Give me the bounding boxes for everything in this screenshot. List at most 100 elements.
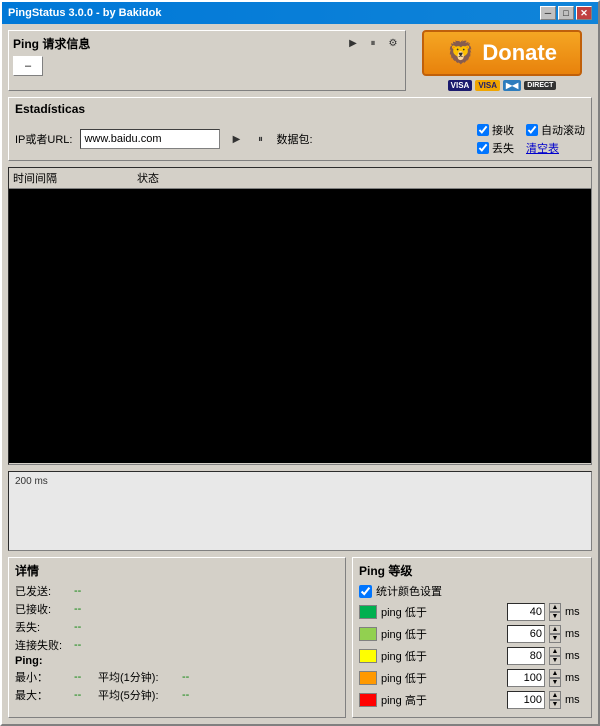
- stat-color-row: 统计颜色设置: [359, 583, 585, 599]
- sent-val: --: [74, 585, 94, 597]
- ping-request-panel: Ping 请求信息 ▶ ⏸ ⚙ –: [8, 30, 406, 91]
- spin-down-3[interactable]: ▼: [549, 678, 561, 687]
- level-ms-4: ms: [565, 694, 585, 706]
- autoscroll-checkbox[interactable]: [526, 124, 538, 136]
- failed-row: 连接失败: --: [15, 637, 339, 653]
- ping-level-row-1: ping 低于 ▲ ▼ ms: [359, 625, 585, 643]
- ping-level-title: Ping 等级: [359, 562, 585, 579]
- spinner-4: ▲ ▼: [549, 691, 561, 709]
- clear-table-link[interactable]: 清空表: [526, 140, 559, 156]
- ip-label: IP或者URL:: [15, 131, 72, 147]
- spin-up-0[interactable]: ▲: [549, 603, 561, 612]
- level-color-3: [359, 671, 377, 685]
- ping-title-row: Ping:: [15, 655, 339, 667]
- level-input-0[interactable]: [507, 603, 545, 621]
- maximize-button[interactable]: □: [558, 6, 574, 20]
- ping-level-panel: Ping 等级 统计颜色设置 ping 低于 ▲ ▼ ms ping 低于 ▲: [352, 557, 592, 718]
- level-input-2[interactable]: [507, 647, 545, 665]
- ip-input[interactable]: [80, 129, 220, 149]
- spin-up-1[interactable]: ▲: [549, 625, 561, 634]
- donate-button[interactable]: 🦁 Donate: [422, 30, 582, 76]
- settings-button[interactable]: ⚙: [385, 36, 401, 52]
- estadisticas-row: IP或者URL: ▶ ⏸ 数据包: 接收 丢失: [15, 122, 585, 156]
- avg5-label: 平均(5分钟):: [98, 687, 178, 703]
- min-val: --: [74, 671, 94, 683]
- stat-color-checkbox[interactable]: [359, 585, 372, 598]
- spinner-3: ▲ ▼: [549, 669, 561, 687]
- level-ms-0: ms: [565, 606, 585, 618]
- spin-down-2[interactable]: ▼: [549, 656, 561, 665]
- stat-color-label: 统计颜色设置: [376, 583, 442, 599]
- max-val: --: [74, 689, 94, 701]
- level-color-4: [359, 693, 377, 707]
- min-row: 最小： -- 平均(1分钟): --: [15, 669, 339, 685]
- donate-panel: 🦁 Donate VISA VISA ▶◀ DIRECT: [412, 30, 592, 91]
- direct-badge: DIRECT: [524, 81, 556, 90]
- pause-button[interactable]: ⏸: [365, 36, 381, 52]
- level-color-2: [359, 649, 377, 663]
- spin-down-1[interactable]: ▼: [549, 634, 561, 643]
- visa-badge: VISA: [448, 80, 473, 91]
- table-container: 时间间隔 状态: [8, 167, 592, 465]
- level-input-4[interactable]: [507, 691, 545, 709]
- donate-label: Donate: [482, 40, 557, 66]
- autoscroll-label: 自动滚动: [541, 122, 585, 138]
- minimize-button[interactable]: ─: [540, 6, 556, 20]
- donate-payment-methods: VISA VISA ▶◀ DIRECT: [448, 80, 557, 91]
- min-key: 最小：: [15, 669, 70, 685]
- avg1-val: --: [182, 671, 189, 683]
- receive-label: 接收: [492, 122, 514, 138]
- ping-tab-item[interactable]: –: [13, 56, 43, 76]
- details-panel: 详情 已发送: -- 已接收: -- 丢失: -- 连接失败: --: [8, 557, 346, 718]
- right-checkboxes: 自动滚动 清空表: [526, 122, 585, 156]
- lose-checkbox[interactable]: [477, 142, 489, 154]
- level-input-1[interactable]: [507, 625, 545, 643]
- receive-checkbox[interactable]: [477, 124, 489, 136]
- packs-label: 数据包:: [276, 131, 312, 147]
- ping-request-title: Ping 请求信息: [13, 35, 90, 52]
- play-button-2[interactable]: ▶: [228, 131, 244, 147]
- play-button[interactable]: ▶: [345, 36, 361, 52]
- spin-up-3[interactable]: ▲: [549, 669, 561, 678]
- spin-down-0[interactable]: ▼: [549, 612, 561, 621]
- max-row: 最大： -- 平均(5分钟): --: [15, 687, 339, 703]
- level-color-0: [359, 605, 377, 619]
- level-color-1: [359, 627, 377, 641]
- pause-button-2[interactable]: ⏸: [252, 131, 268, 147]
- ping-request-controls: ▶ ⏸ ⚙: [345, 36, 401, 52]
- col-status: 状态: [137, 170, 159, 186]
- sent-row: 已发送: --: [15, 583, 339, 599]
- level-text-0: ping 低于: [381, 604, 503, 620]
- clear-row: 清空表: [526, 140, 585, 156]
- ping-title: Ping:: [15, 655, 70, 667]
- level-text-1: ping 低于: [381, 626, 503, 642]
- amex-badge: ▶◀: [503, 80, 521, 91]
- ping-tabs: –: [13, 56, 401, 76]
- spin-down-4[interactable]: ▼: [549, 700, 561, 709]
- main-content: Ping 请求信息 ▶ ⏸ ⚙ – 🦁 Donate: [2, 24, 598, 724]
- level-rows: ping 低于 ▲ ▼ ms ping 低于 ▲ ▼ ms ping 低于 ▲ …: [359, 603, 585, 709]
- ping-level-row-0: ping 低于 ▲ ▼ ms: [359, 603, 585, 621]
- donate-icon: 🦁: [447, 40, 474, 66]
- spin-up-2[interactable]: ▲: [549, 647, 561, 656]
- spin-up-4[interactable]: ▲: [549, 691, 561, 700]
- lose-label: 丢失: [492, 140, 514, 156]
- level-ms-1: ms: [565, 628, 585, 640]
- level-input-3[interactable]: [507, 669, 545, 687]
- window-title: PingStatus 3.0.0 - by Bakidok: [8, 7, 161, 19]
- close-button[interactable]: ✕: [576, 6, 592, 20]
- lost-val: --: [74, 621, 94, 633]
- avg5-val: --: [182, 689, 189, 701]
- lose-row: 丢失: [477, 140, 514, 156]
- bottom-section: 详情 已发送: -- 已接收: -- 丢失: -- 连接失败: --: [8, 557, 592, 718]
- autoscroll-row: 自动滚动: [526, 122, 585, 138]
- checkboxes: 接收 丢失: [477, 122, 514, 156]
- level-ms-3: ms: [565, 672, 585, 684]
- ping-level-row-4: ping 高于 ▲ ▼ ms: [359, 691, 585, 709]
- lost-row: 丢失: --: [15, 619, 339, 635]
- estadisticas-section: Estadísticas IP或者URL: ▶ ⏸ 数据包: 接收 丢失: [8, 97, 592, 161]
- spinner-1: ▲ ▼: [549, 625, 561, 643]
- top-section: Ping 请求信息 ▶ ⏸ ⚙ – 🦁 Donate: [8, 30, 592, 91]
- ping-level-row-3: ping 低于 ▲ ▼ ms: [359, 669, 585, 687]
- spinner-0: ▲ ▼: [549, 603, 561, 621]
